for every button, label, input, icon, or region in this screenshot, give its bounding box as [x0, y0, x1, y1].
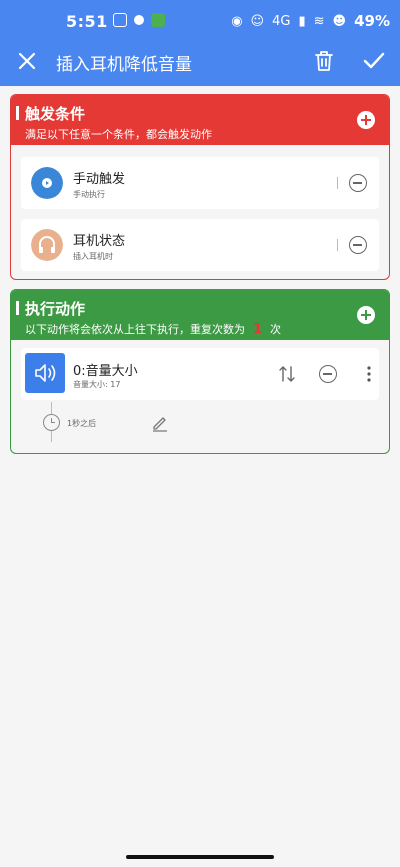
trigger-title: 触发条件	[25, 105, 86, 123]
battery-level: 49%	[354, 12, 390, 30]
trigger-item-manual[interactable]: 手动触发 手动执行	[21, 157, 379, 209]
actions-card: 执行动作 以下动作将会依次从上往下执行，重复次数为 1 次 0:音量大小 音量大小:…	[10, 289, 390, 454]
action-subtitle-text: 以下动作将会依次从上往下执行，重复次数为	[25, 323, 245, 336]
delay-row: 1秒之后	[11, 402, 389, 452]
notification-x-icon	[113, 13, 127, 27]
action-title: 执行动作	[25, 300, 86, 318]
add-trigger-icon[interactable]	[357, 111, 375, 129]
status-time: 5:51	[66, 12, 108, 31]
cat-face-icon: ☻	[332, 13, 347, 29]
delay-label: 1秒之后	[67, 419, 97, 428]
headphones-icon	[31, 229, 63, 261]
add-action-icon[interactable]	[357, 306, 375, 324]
action-subtitle: 以下动作将会依次从上往下执行，重复次数为 1 次	[25, 321, 281, 337]
signal-eye-icon: ◉	[231, 13, 243, 29]
trigger-conditions-card: 触发条件 满足以下任意一个条件，都会触发动作 手动触发 手动执行 耳机状态 插入…	[10, 94, 390, 280]
action-item-title: 0:音量大小	[73, 364, 138, 379]
repeat-count[interactable]: 1	[253, 322, 262, 337]
trigger-item-headphones[interactable]: 耳机状态 插入耳机时	[21, 219, 379, 271]
cat-icon: ☺	[250, 13, 265, 29]
remove-trigger-icon[interactable]	[349, 174, 367, 192]
page-title: 插入耳机降低音量	[56, 55, 192, 75]
edit-pencil-icon[interactable]	[151, 414, 169, 432]
status-bar: 5:51 ◉ ☺ 4G ▮ ≋ ☻ 49%	[0, 0, 400, 40]
notification-gear-icon	[134, 15, 144, 25]
close-icon[interactable]	[14, 48, 40, 74]
trigger-item-subtitle: 手动执行	[73, 190, 105, 199]
trigger-subtitle: 满足以下任意一个条件，都会触发动作	[25, 128, 212, 141]
action-item-volume[interactable]: 0:音量大小 音量大小: 17	[21, 348, 379, 400]
action-subtitle-suffix: 次	[270, 323, 282, 336]
row-divider	[337, 239, 338, 251]
trigger-item-title: 手动触发	[73, 172, 126, 187]
row-divider	[337, 177, 338, 189]
trigger-item-title: 耳机状态	[73, 234, 126, 249]
remove-action-icon[interactable]	[319, 365, 337, 383]
toolbar: 插入耳机降低音量	[0, 40, 400, 86]
header-accent-bar	[16, 106, 19, 120]
action-item-icon-box	[25, 353, 65, 393]
header-accent-bar	[16, 301, 19, 315]
play-icon	[31, 167, 63, 199]
reorder-icon[interactable]	[278, 364, 296, 384]
confirm-check-icon[interactable]	[360, 48, 388, 74]
action-item-subtitle: 音量大小: 17	[73, 380, 121, 389]
action-header: 执行动作 以下动作将会依次从上往下执行，重复次数为 1 次	[11, 290, 389, 340]
remove-trigger-icon[interactable]	[349, 236, 367, 254]
home-indicator[interactable]	[126, 855, 274, 859]
delete-icon[interactable]	[312, 48, 336, 74]
signal-icon: ▮	[298, 13, 306, 29]
trigger-header: 触发条件 满足以下任意一个条件，都会触发动作	[11, 95, 389, 145]
trigger-item-subtitle: 插入耳机时	[73, 252, 113, 261]
top-bar: 5:51 ◉ ☺ 4G ▮ ≋ ☻ 49% 插入耳机降低音量	[0, 0, 400, 86]
notification-app-icon	[151, 13, 165, 27]
clock-icon	[43, 414, 60, 431]
status-right: ◉ ☺ 4G ▮ ≋ ☻ 49%	[231, 12, 390, 30]
network-type: 4G	[272, 13, 291, 29]
wifi-icon: ≋	[313, 13, 325, 29]
more-options-icon[interactable]	[366, 365, 372, 383]
volume-icon	[35, 364, 56, 382]
